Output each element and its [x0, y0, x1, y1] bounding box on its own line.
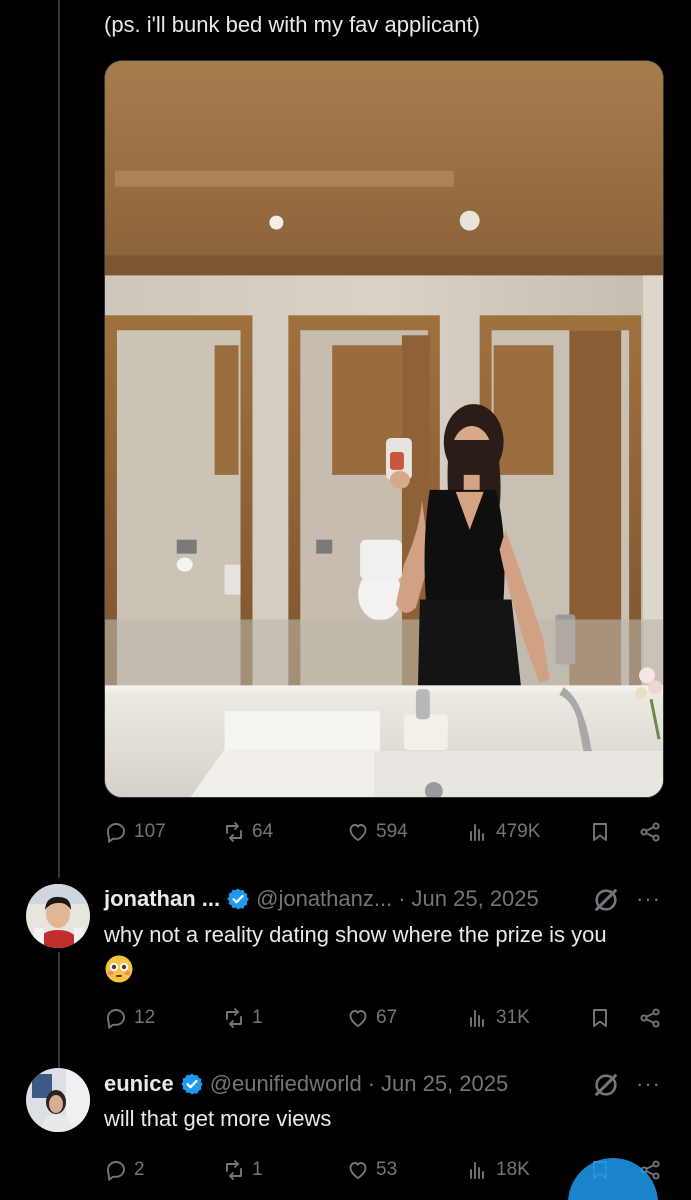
- more-options-icon[interactable]: ···: [636, 1071, 661, 1097]
- like-button[interactable]: 53: [346, 1154, 397, 1186]
- views-button[interactable]: 31K: [466, 1002, 530, 1034]
- views-chart-icon: [470, 1010, 484, 1027]
- reply-count: 2: [134, 1159, 145, 1180]
- avatar-image: [26, 884, 90, 948]
- reply-header: jonathan ... @jonathanz... · Jun 25, 202…: [104, 884, 539, 914]
- reply-icon: [107, 823, 125, 843]
- like-count: 53: [376, 1159, 398, 1180]
- post-date[interactable]: Jun 25, 2025: [381, 1071, 508, 1097]
- avatar-image: [26, 1068, 90, 1132]
- thread-line: [58, 0, 60, 878]
- post-text: (ps. i'll bunk bed with my fav applicant…: [104, 12, 480, 37]
- repost-icon: [226, 1160, 242, 1180]
- like-button[interactable]: 67: [346, 1002, 397, 1034]
- views-chart-icon: [470, 1162, 484, 1179]
- views-count: 479K: [496, 821, 541, 842]
- reply-count: 12: [134, 1007, 156, 1028]
- avatar[interactable]: [26, 1068, 90, 1132]
- reply-button[interactable]: 107: [104, 816, 166, 848]
- reply-icon: [107, 1161, 125, 1181]
- thread-line: [58, 952, 60, 1070]
- heart-icon: [349, 1162, 367, 1179]
- user-handle[interactable]: @eunifiedworld: [210, 1071, 362, 1097]
- repost-icon: [226, 822, 242, 842]
- repost-count: 1: [252, 1007, 263, 1028]
- like-count: 594: [376, 821, 408, 842]
- reply-icon: [107, 1009, 125, 1029]
- grok-icon[interactable]: [592, 886, 620, 914]
- repost-button[interactable]: 1: [222, 1154, 263, 1186]
- mirror-selfie-image: [105, 61, 663, 797]
- display-name[interactable]: eunice: [104, 1071, 174, 1097]
- reply-button[interactable]: 2: [104, 1154, 145, 1186]
- like-button[interactable]: 594: [346, 816, 408, 848]
- share-icon: [640, 1008, 660, 1028]
- repost-icon: [226, 1008, 242, 1028]
- reply-text: will that get more views: [104, 1106, 332, 1131]
- views-button[interactable]: 479K: [466, 816, 540, 848]
- reply-text: why not a reality dating show where the …: [104, 922, 607, 947]
- heart-icon: [349, 824, 367, 841]
- post-date[interactable]: Jun 25, 2025: [412, 886, 539, 912]
- heart-icon: [349, 1010, 367, 1027]
- bookmark-button[interactable]: [588, 816, 612, 848]
- display-name[interactable]: jonathan ...: [104, 886, 220, 912]
- share-button[interactable]: [638, 816, 662, 848]
- repost-count: 64: [252, 821, 274, 842]
- repost-button[interactable]: 64: [222, 816, 273, 848]
- views-button[interactable]: 18K: [466, 1154, 530, 1186]
- share-icon: [640, 822, 660, 842]
- views-count: 31K: [496, 1007, 530, 1028]
- repost-button[interactable]: 1: [222, 1002, 263, 1034]
- reply-action-bar: 12 1 67 31K: [104, 1002, 666, 1034]
- flushed-face-emoji-icon: [105, 955, 133, 983]
- views-count: 18K: [496, 1159, 530, 1180]
- views-chart-icon: [470, 824, 484, 841]
- repost-count: 1: [252, 1159, 263, 1180]
- post-image[interactable]: [104, 60, 664, 798]
- separator-dot: ·: [398, 886, 406, 911]
- like-count: 67: [376, 1007, 398, 1028]
- reply-count: 107: [134, 821, 166, 842]
- verified-badge-icon: [180, 1073, 203, 1095]
- verified-badge-icon: [227, 888, 249, 910]
- reply-button[interactable]: 12: [104, 1002, 155, 1034]
- more-options-icon[interactable]: ···: [636, 886, 661, 912]
- bookmark-icon: [593, 1009, 607, 1027]
- bookmark-button[interactable]: [588, 1002, 612, 1034]
- share-button[interactable]: [638, 1002, 662, 1034]
- user-handle[interactable]: @jonathanz...: [256, 886, 392, 912]
- avatar[interactable]: [26, 884, 90, 948]
- grok-icon[interactable]: [592, 1071, 620, 1099]
- post-action-bar: 107 64 594 479K: [104, 816, 666, 848]
- bookmark-icon: [593, 823, 607, 841]
- separator-dot: ·: [367, 1071, 376, 1096]
- reply-header: eunice @eunifiedworld · Jun 25, 2025: [104, 1069, 508, 1099]
